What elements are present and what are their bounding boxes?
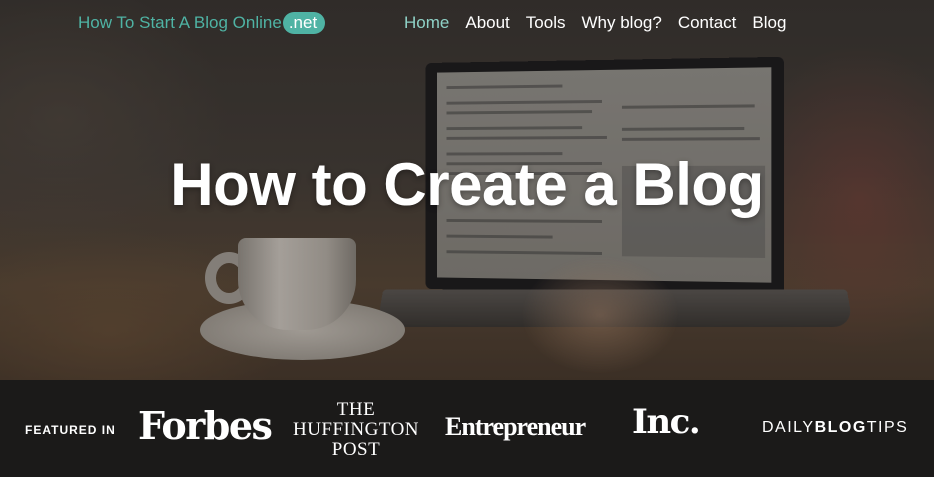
forbes-logo: Forbes [138,403,273,448]
hero-title: How to Create a Blog [170,151,764,218]
inc-logo: Inc. [632,402,701,442]
featured-in-label: FEATURED IN [25,423,116,437]
nav-blog[interactable]: Blog [752,13,786,33]
logo-tld-badge: .net [282,12,326,34]
huffington-line-2: HUFFINGTON [292,419,420,440]
logo-text: How To Start A Blog Online [78,13,282,32]
dailyblogtips-logo: DAILYBLOGTIPS [762,419,908,437]
nav-home[interactable]: Home [404,13,449,33]
nav-tools[interactable]: Tools [526,13,566,33]
nav-contact[interactable]: Contact [678,13,737,33]
nav-why-blog[interactable]: Why blog? [581,13,661,33]
nav-about[interactable]: About [465,13,509,33]
huffington-post-logo: THE HUFFINGTON POST [286,400,426,460]
dbt-part1: DAILY [762,419,815,436]
huffington-line-1: THE [336,399,376,420]
page: How To Start A Blog Online .net Home Abou… [0,0,934,477]
dbt-part3: TIPS [866,419,909,436]
featured-in-strip: FEATURED IN Forbes THE HUFFINGTON POST E… [0,380,934,477]
dbt-part2: BLOG [814,419,867,436]
site-logo[interactable]: How To Start A Blog Online .net [78,12,326,34]
main-nav: Home About Tools Why blog? Contact Blog [404,12,786,34]
huffington-line-3: POST [331,439,381,460]
entrepreneur-logo: Entrepreneur [445,412,586,441]
